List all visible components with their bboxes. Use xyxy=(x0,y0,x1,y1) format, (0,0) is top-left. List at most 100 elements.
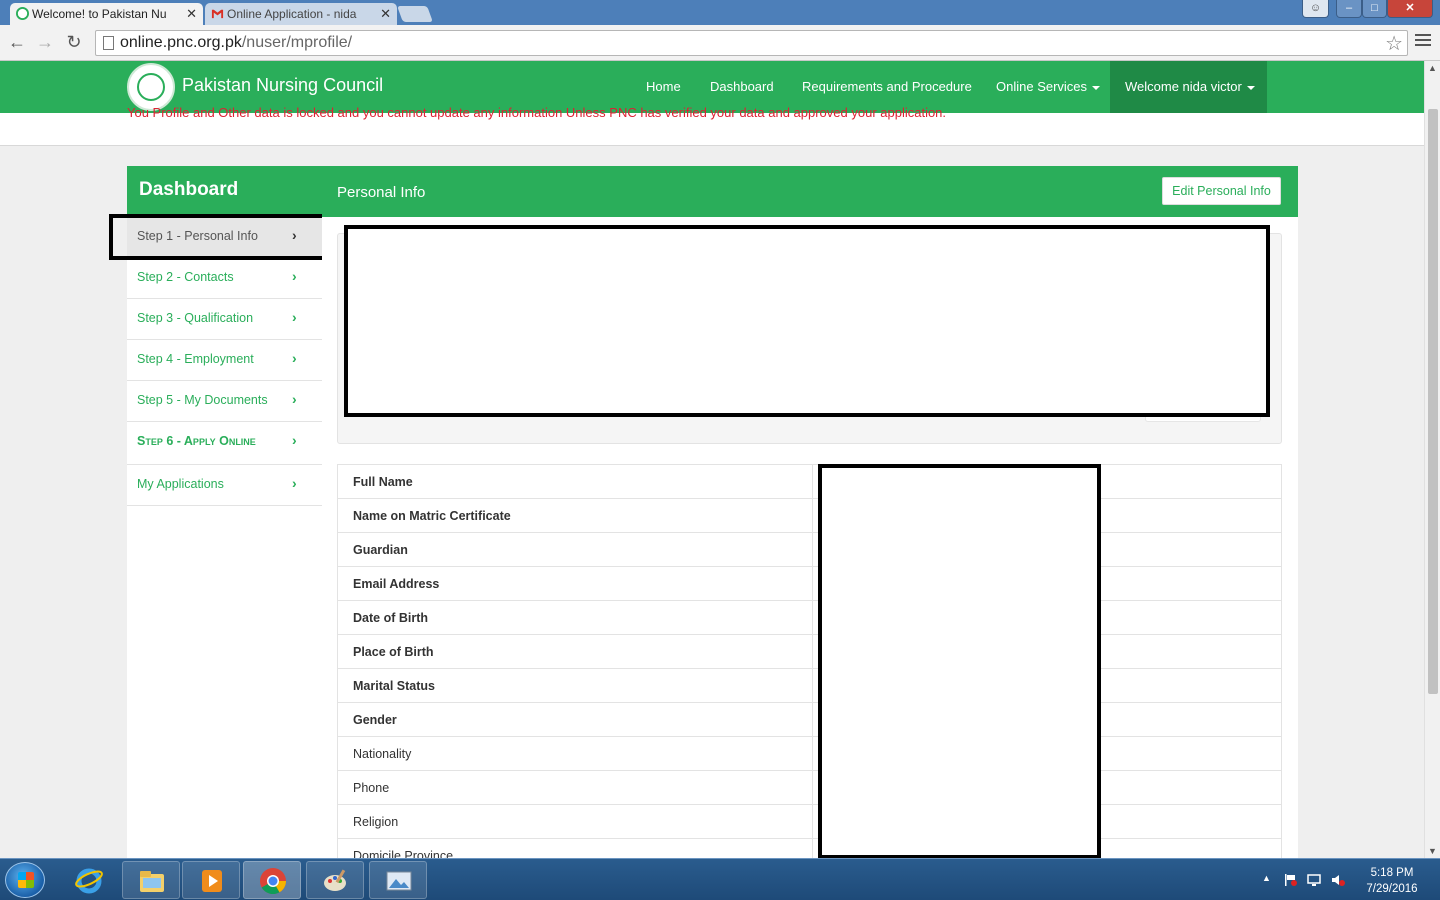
table-row: Religion xyxy=(337,804,1282,839)
windows-taskbar: ▲ 5:18 PM 7/29/2016 xyxy=(0,858,1440,900)
field-label: Phone xyxy=(337,770,813,805)
taskbar-media-player[interactable] xyxy=(182,861,240,899)
edit-personal-info-button[interactable]: Edit Personal Info xyxy=(1162,177,1281,205)
chevron-right-icon: › xyxy=(292,350,297,366)
clock-time: 5:18 PM xyxy=(1370,867,1414,879)
table-row: Name on Matric Certificate xyxy=(337,498,1282,533)
taskbar-photo-viewer[interactable] xyxy=(369,861,427,899)
sidebar-item-employment[interactable]: Step 4 - Employment › xyxy=(127,340,322,381)
nav-home[interactable]: Home xyxy=(646,79,681,94)
sidebar-item-documents[interactable]: Step 5 - My Documents › xyxy=(127,381,322,422)
minimize-button[interactable]: – xyxy=(1336,0,1362,18)
media-player-icon xyxy=(202,870,222,892)
address-bar[interactable]: online.pnc.org.pk/nuser/mprofile/ ☆ xyxy=(95,30,1408,56)
table-row: Gender xyxy=(337,702,1282,737)
panel-header: Personal Info Edit Personal Info xyxy=(322,166,1298,217)
tab-welcome[interactable]: Welcome! to Pakistan Nu ✕ xyxy=(10,3,203,25)
nav-dashboard[interactable]: Dashboard xyxy=(710,79,774,94)
nav-requirements[interactable]: Requirements and Procedure xyxy=(802,79,972,94)
photo-viewer-icon xyxy=(386,871,412,891)
notice-band: You Profile and Other data is locked and… xyxy=(0,105,1424,146)
field-label: Gender xyxy=(337,702,813,737)
annotation-highlight-box xyxy=(109,214,331,260)
user-profile-icon[interactable]: ☺ xyxy=(1302,0,1329,18)
windows-logo-icon xyxy=(18,872,34,888)
locked-notice: You Profile and Other data is locked and… xyxy=(127,105,947,120)
taskbar-file-explorer[interactable] xyxy=(122,861,180,899)
start-button[interactable] xyxy=(5,862,45,898)
scrollbar-thumb[interactable] xyxy=(1428,109,1438,694)
sidebar-item-apply-online[interactable]: Step 6 - Apply Online › xyxy=(127,422,322,465)
system-clock[interactable]: 5:18 PM 7/29/2016 xyxy=(1357,865,1427,897)
scroll-up-icon[interactable]: ▲ xyxy=(1428,63,1437,73)
table-row: Place of Birth xyxy=(337,634,1282,669)
back-arrow-icon[interactable]: ← xyxy=(6,31,28,53)
field-label: Name on Matric Certificate xyxy=(337,498,813,533)
tray-overflow-icon[interactable]: ▲ xyxy=(1262,873,1276,885)
table-row: Guardian xyxy=(337,532,1282,567)
field-label: Full Name xyxy=(337,464,813,499)
dashboard-sidebar: Dashboard Step 1 - Personal Info › Step … xyxy=(127,166,322,858)
paint-palette-icon xyxy=(324,869,346,891)
field-label: Guardian xyxy=(337,532,813,567)
chevron-right-icon: › xyxy=(292,268,297,284)
browser-tab-strip: Welcome! to Pakistan Nu ✕ Online Applica… xyxy=(0,0,1440,25)
table-row: Full Name xyxy=(337,464,1282,499)
tab-label: Welcome! to Pakistan Nu xyxy=(32,7,167,21)
sidebar-item-qualification[interactable]: Step 3 - Qualification › xyxy=(127,299,322,340)
table-row: Phone xyxy=(337,770,1282,805)
gmail-icon xyxy=(211,9,224,19)
taskbar-internet-explorer[interactable] xyxy=(60,861,118,899)
table-row: Domicile Province xyxy=(337,838,1282,858)
chevron-right-icon: › xyxy=(292,475,297,491)
chevron-right-icon: › xyxy=(292,432,297,448)
chrome-menu-icon[interactable] xyxy=(1415,34,1431,48)
table-row: Marital Status xyxy=(337,668,1282,703)
user-menu[interactable]: Welcome nida victor xyxy=(1110,61,1267,113)
page-viewport: Pakistan Nursing Council Home Dashboard … xyxy=(0,61,1424,858)
tab-label: Online Application - nida xyxy=(227,7,357,21)
table-row: Nationality xyxy=(337,736,1282,771)
field-label: Email Address xyxy=(337,566,813,601)
reload-icon[interactable]: ↻ xyxy=(63,31,85,53)
internet-explorer-icon xyxy=(75,868,103,894)
table-row: Date of Birth xyxy=(337,600,1282,635)
personal-info-table: Full Name Name on Matric Certificate Gua… xyxy=(337,464,1282,858)
network-icon[interactable] xyxy=(1307,874,1321,886)
forward-arrow-icon[interactable]: → xyxy=(34,31,56,53)
field-label: Nationality xyxy=(337,736,813,771)
caret-down-icon xyxy=(1092,85,1101,90)
field-label: Date of Birth xyxy=(337,600,813,635)
clock-date: 7/29/2016 xyxy=(1366,883,1418,895)
field-label: Marital Status xyxy=(337,668,813,703)
page-scrollbar[interactable]: ▲ ▼ xyxy=(1424,61,1440,858)
close-window-button[interactable]: ✕ xyxy=(1387,0,1433,18)
tab-gmail[interactable]: Online Application - nida ✕ xyxy=(205,3,397,25)
folder-icon xyxy=(140,871,164,892)
panel-title: Personal Info xyxy=(337,184,426,201)
scroll-down-icon[interactable]: ▼ xyxy=(1428,846,1437,856)
welcome-user[interactable]: Welcome nida victor xyxy=(1125,79,1255,94)
bookmark-star-icon[interactable]: ☆ xyxy=(1385,31,1403,56)
chevron-right-icon: › xyxy=(292,309,297,325)
pnc-logo[interactable] xyxy=(127,63,175,111)
nav-online-services[interactable]: Online Services xyxy=(996,79,1101,94)
sidebar-item-contacts[interactable]: Step 2 - Contacts › xyxy=(127,258,322,299)
taskbar-chrome[interactable] xyxy=(243,861,301,899)
page-icon xyxy=(103,36,114,50)
sidebar-item-my-applications[interactable]: My Applications › xyxy=(127,465,322,506)
chevron-right-icon: › xyxy=(292,391,297,407)
maximize-button[interactable]: □ xyxy=(1362,0,1387,18)
tab-close-icon[interactable]: ✕ xyxy=(186,3,197,25)
site-brand[interactable]: Pakistan Nursing Council xyxy=(182,75,383,96)
tab-close-icon[interactable]: ✕ xyxy=(380,3,391,25)
url-text: online.pnc.org.pk/nuser/mprofile/ xyxy=(120,34,353,51)
redacted-photo-area xyxy=(344,225,1270,417)
taskbar-paint[interactable] xyxy=(306,861,364,899)
new-tab-button[interactable] xyxy=(397,6,433,22)
field-label: Place of Birth xyxy=(337,634,813,669)
chrome-icon xyxy=(260,868,287,895)
volume-muted-icon[interactable] xyxy=(1331,874,1345,886)
field-label: Religion xyxy=(337,804,813,839)
action-center-flag-icon[interactable] xyxy=(1284,874,1298,886)
